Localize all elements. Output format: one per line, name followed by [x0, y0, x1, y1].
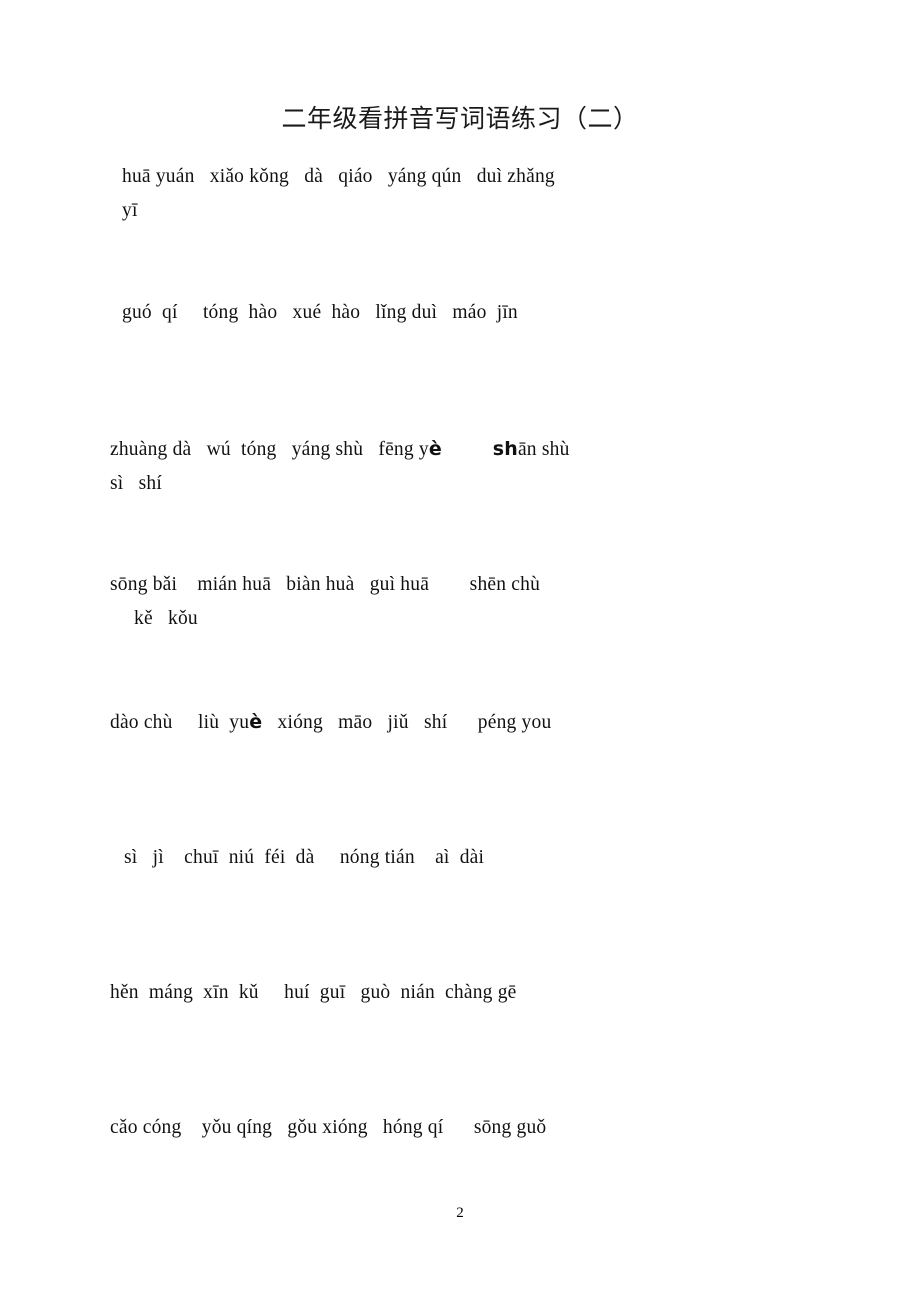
pinyin-text: xióng māo jiǔ shí péng you — [262, 712, 552, 733]
pinyin-line: kě kǒu — [134, 608, 198, 629]
exercise-row: hěn máng xīn kǔ huí guī guò nián chàng g… — [0, 976, 920, 1010]
page-number: 2 — [456, 1205, 464, 1221]
pinyin-line: guó qí tóng hào xué hào lǐng duì máo jīn — [122, 302, 518, 323]
pinyin-line: zhuàng dà wú tóng yáng shù fēng yè shān … — [0, 432, 920, 467]
pinyin-line: sì shí — [110, 473, 162, 494]
exercise-row: zhuàng dà wú tóng yáng shù fēng yè shān … — [0, 432, 920, 501]
exercise-row: sì jì chuī niú féi dà nóng tián aì dài — [0, 841, 920, 875]
pinyin-emphasis: è — [249, 711, 263, 733]
pinyin-line: cǎo cóng yǒu qíng gǒu xióng hóng qí sōng… — [110, 1117, 547, 1138]
document-page: 二年级看拼音写词语练习（二） huā yuán xiǎo kǒng dà qiá… — [0, 0, 920, 1301]
pinyin-line: huā yuán xiǎo kǒng dà qiáo yáng qún duì … — [122, 166, 555, 187]
pinyin-text: dào chù liù yu — [110, 712, 250, 733]
pinyin-line: yī — [122, 200, 138, 221]
exercise-row: dào chù liù yuè xióng māo jiǔ shí péng y… — [0, 705, 920, 740]
exercise-row: guó qí tóng hào xué hào lǐng duì máo jīn — [0, 296, 920, 330]
pinyin-line: sì jì chuī niú féi dà nóng tián aì dài — [124, 847, 485, 868]
pinyin-emphasis: sh — [492, 438, 518, 460]
pinyin-line: hěn máng xīn kǔ huí guī guò nián chàng g… — [110, 982, 517, 1003]
pinyin-line: dào chù liù yuè xióng māo jiǔ shí péng y… — [0, 705, 920, 740]
pinyin-text — [442, 439, 493, 460]
exercise-row: sōng bǎi mián huā biàn huà guì huā shēn … — [0, 568, 920, 636]
pinyin-emphasis: è — [428, 438, 442, 460]
exercise-row: huā yuán xiǎo kǒng dà qiáo yáng qún duì … — [0, 160, 920, 228]
pinyin-line: sōng bǎi mián huā biàn huà guì huā shēn … — [110, 574, 541, 595]
exercise-row: cǎo cóng yǒu qíng gǒu xióng hóng qí sōng… — [0, 1111, 920, 1145]
page-title: 二年级看拼音写词语练习（二） — [281, 103, 639, 133]
pinyin-text: zhuàng dà wú tóng yáng shù fēng y — [110, 439, 429, 460]
pinyin-text: ān shù — [517, 439, 570, 460]
